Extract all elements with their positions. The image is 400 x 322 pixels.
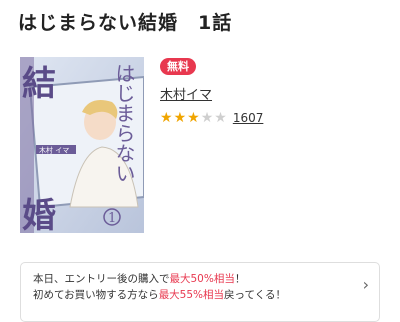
promo-line2-suffix: 戻ってくる！ bbox=[224, 289, 286, 301]
promo-line2-highlight: 最大55%相当 bbox=[158, 289, 225, 301]
star-filled-icon: ★ bbox=[160, 110, 173, 126]
promo-line1-suffix: ！ bbox=[234, 273, 246, 285]
review-count-link[interactable]: 1607 bbox=[233, 111, 264, 125]
book-cover[interactable]: 結 婚 はじまらない 木村 イマ 1 bbox=[20, 57, 144, 233]
promo-text: 本日、エントリー後の購入で最大50%相当！ 初めてお買い物する方なら最大55%相… bbox=[33, 271, 286, 303]
cover-title-kanji-2: 婚 bbox=[22, 196, 56, 233]
author-link[interactable]: 木村イマ bbox=[160, 84, 212, 103]
cover-title-vertical: はじまらない bbox=[112, 63, 136, 183]
chevron-right-icon: › bbox=[362, 275, 369, 294]
promo-line2-text: 初めてお買い物する方なら bbox=[33, 289, 159, 301]
cover-author: 木村 イマ bbox=[39, 146, 69, 155]
page-title: はじまらない結婚 1話 bbox=[18, 12, 233, 34]
cover-title-kanji-1: 結 bbox=[22, 64, 56, 104]
star-empty-icon: ★ bbox=[200, 110, 214, 126]
promo-line1-text: 本日、エントリー後の購入で bbox=[33, 273, 170, 285]
star-empty-icon: ★ bbox=[214, 110, 227, 126]
star-filled-icon: ★ bbox=[173, 110, 187, 126]
rating: ★ ★ ★ ★ ★ 1607 bbox=[160, 111, 263, 125]
promo-line1-highlight: 最大50%相当 bbox=[169, 273, 235, 285]
free-badge: 無料 bbox=[160, 58, 196, 75]
promo-banner[interactable]: 本日、エントリー後の購入で最大50%相当！ 初めてお買い物する方なら最大55%相… bbox=[20, 262, 380, 322]
star-filled-icon: ★ bbox=[187, 110, 200, 126]
cover-volume: 1 bbox=[108, 211, 116, 226]
